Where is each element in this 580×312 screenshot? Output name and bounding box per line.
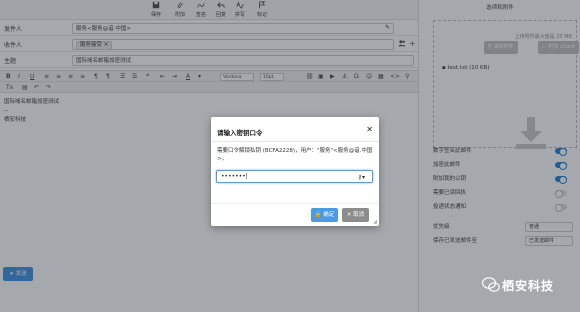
passphrase-input[interactable]: •••••••| ⚷▾ bbox=[216, 170, 373, 183]
cancel-button[interactable]: ✕ 取消 bbox=[342, 208, 369, 222]
ok-label: 确定 bbox=[323, 212, 335, 218]
dialog-title: 请输入密钥口令 bbox=[217, 129, 263, 137]
key-icon[interactable]: ⚷▾ bbox=[358, 172, 365, 183]
dialog-footer-divider bbox=[211, 203, 379, 204]
passphrase-mask: •••••••| bbox=[221, 173, 248, 180]
watermark-text: 栖安科技 bbox=[502, 279, 555, 293]
resize-handle[interactable]: ◢ bbox=[373, 219, 377, 225]
dialog-divider bbox=[211, 141, 379, 142]
passphrase-dialog: 请输入密钥口令 ✕ 需要口令解锁私钥 (BCFA2228)，用户："服务"<服务… bbox=[211, 117, 379, 226]
dialog-message: 需要口令解锁私钥 (BCFA2228)，用户："服务"<服务@谙.中国>。 bbox=[217, 148, 373, 162]
watermark: 栖安科技 bbox=[478, 276, 578, 296]
cancel-label: 取消 bbox=[353, 212, 365, 218]
lock-icon: 🔓 bbox=[314, 212, 322, 218]
cancel-icon: ✕ bbox=[346, 212, 352, 218]
ok-button[interactable]: 🔓 确定 bbox=[311, 208, 338, 222]
wechat-icon bbox=[482, 277, 500, 292]
close-icon[interactable]: ✕ bbox=[366, 125, 373, 134]
